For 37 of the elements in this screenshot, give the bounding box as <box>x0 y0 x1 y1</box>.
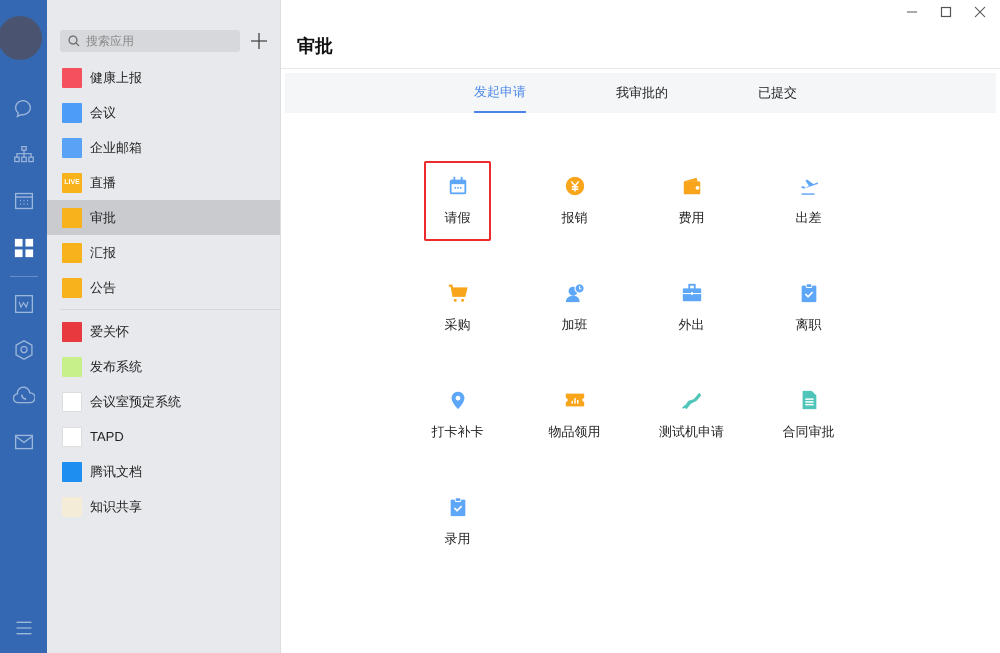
sidebar-item[interactable]: 审批 <box>47 200 280 235</box>
approval-type-button[interactable]: 物品领用 <box>541 375 608 455</box>
approval-type-button[interactable]: 录用 <box>424 482 491 562</box>
search-box[interactable]: 搜索应用 <box>60 30 240 52</box>
sidebar-item[interactable]: 发布系统 <box>47 349 280 384</box>
approval-type-button[interactable]: 报销 <box>541 161 608 241</box>
approval-type-button[interactable]: 外出 <box>658 268 725 348</box>
approval-type-button[interactable]: 采购 <box>424 268 491 348</box>
tab[interactable]: 我审批的 <box>616 73 668 113</box>
approval-type-button[interactable]: 请假 <box>424 161 491 241</box>
tab[interactable]: 已提交 <box>758 73 797 113</box>
sidebar-item[interactable]: 爱关怀 <box>47 314 280 349</box>
add-icon[interactable] <box>250 32 268 50</box>
sidebar-item[interactable]: 知识共享 <box>47 489 280 524</box>
calendar-icon[interactable] <box>12 190 34 212</box>
search-field[interactable]: 搜索应用 <box>86 34 206 48</box>
sidebar-item[interactable]: 公告 <box>47 270 280 305</box>
approval-type-button[interactable]: 费用 <box>658 161 725 241</box>
sidebar-item[interactable]: 汇报 <box>47 235 280 270</box>
approval-type-button[interactable]: 出差 <box>775 161 842 241</box>
page-title: 审批 <box>281 20 1000 69</box>
sidebar-item[interactable]: 会议室预定系统 <box>47 384 280 419</box>
document-icon[interactable] <box>12 293 34 315</box>
approval-type-button[interactable]: 加班 <box>541 268 608 348</box>
approval-type-button[interactable]: 打卡补卡 <box>424 375 491 455</box>
approval-type-button[interactable]: 离职 <box>775 268 842 348</box>
approval-type-button[interactable]: 测试机申请 <box>657 375 726 455</box>
approval-type-button[interactable]: 合同审批 <box>775 375 842 455</box>
search-icon <box>68 35 80 47</box>
close-icon[interactable] <box>974 6 986 18</box>
sidebar-item[interactable]: 会议 <box>47 95 280 130</box>
hexagon-icon[interactable] <box>12 339 34 361</box>
sidebar-item[interactable]: 健康上报 <box>47 60 280 95</box>
sidebar-item[interactable]: TAPD <box>47 419 280 454</box>
maximize-icon[interactable] <box>940 6 952 18</box>
sidebar-item[interactable]: 腾讯文档 <box>47 454 280 489</box>
sidebar-item[interactable]: 企业邮箱 <box>47 130 280 165</box>
